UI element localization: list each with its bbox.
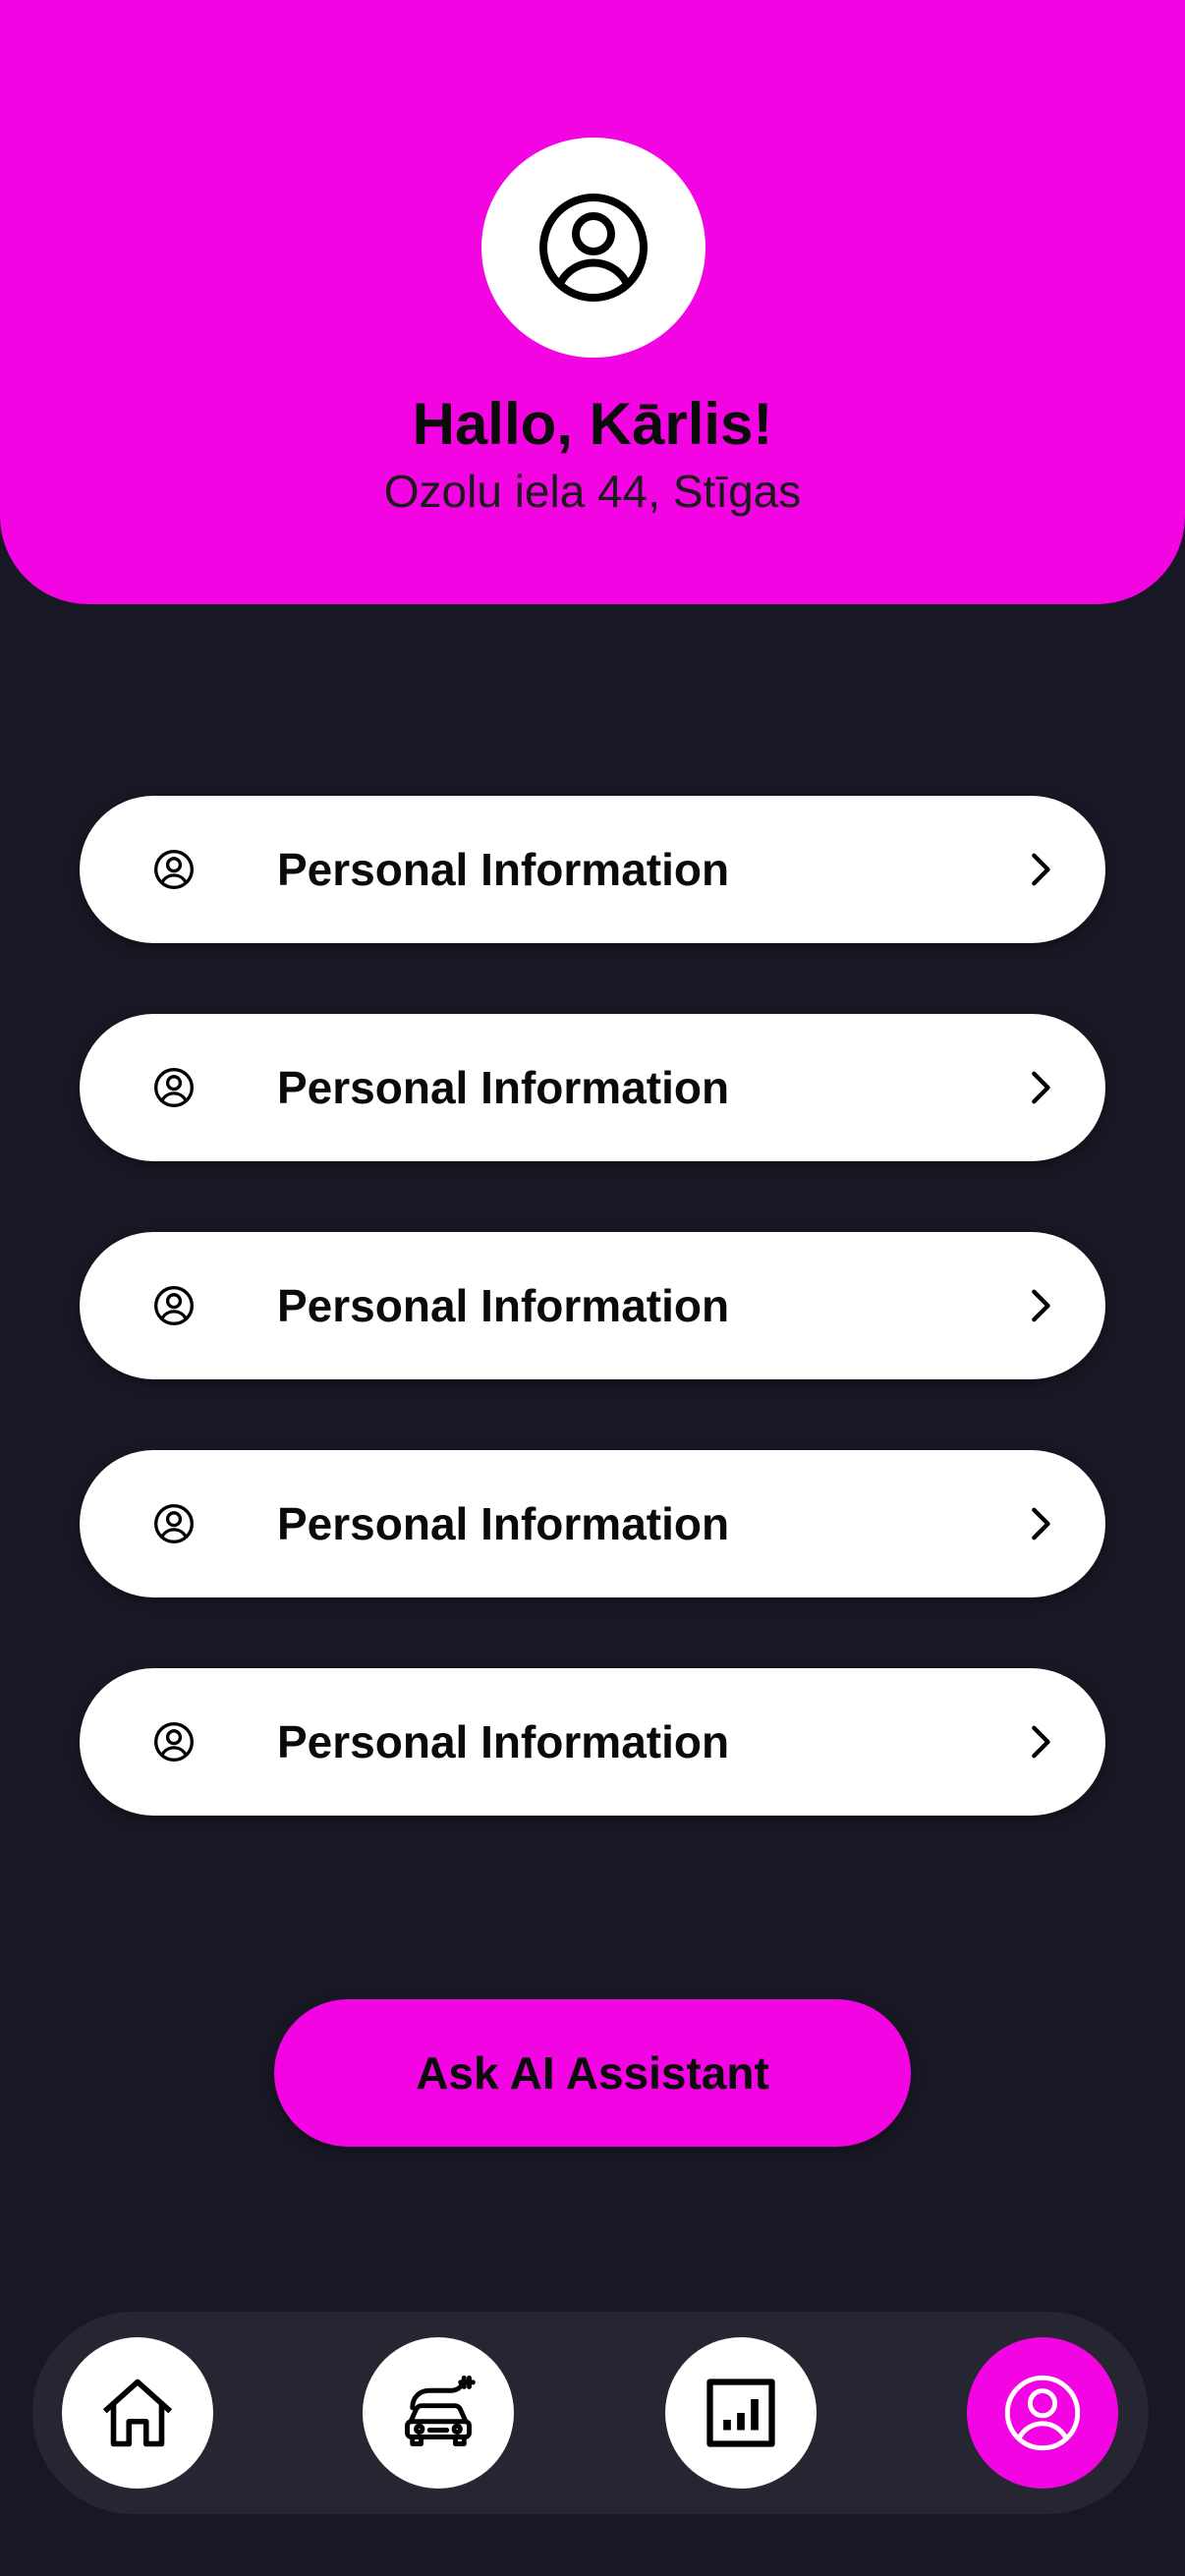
chevron-right-icon xyxy=(1021,1722,1060,1762)
avatar[interactable] xyxy=(481,138,705,358)
user-circle-icon xyxy=(1004,2375,1081,2451)
settings-menu: Personal Information Personal Informatio… xyxy=(80,796,1105,1886)
greeting-title: Hallo, Kārlis! xyxy=(412,391,773,457)
menu-item-label: Personal Information xyxy=(277,1716,730,1767)
user-circle-icon xyxy=(152,1720,196,1764)
address-subtitle: Ozolu iela 44, Stīgas xyxy=(383,466,802,517)
menu-item-label: Personal Information xyxy=(277,1280,730,1331)
profile-header: Hallo, Kārlis! Ozolu iela 44, Stīgas xyxy=(0,0,1185,604)
user-circle-icon xyxy=(539,194,648,302)
menu-item-label: Personal Information xyxy=(277,844,730,895)
electric-car-icon xyxy=(405,2375,476,2446)
menu-item-personal-information[interactable]: Personal Information xyxy=(80,1014,1105,1161)
user-circle-icon xyxy=(152,1284,196,1327)
user-circle-icon xyxy=(152,1066,196,1109)
menu-item-personal-information[interactable]: Personal Information xyxy=(80,1232,1105,1379)
chevron-right-icon xyxy=(1021,1068,1060,1107)
nav-profile-button[interactable] xyxy=(967,2337,1118,2489)
menu-item-label: Personal Information xyxy=(277,1498,730,1549)
home-icon xyxy=(102,2379,173,2447)
chevron-right-icon xyxy=(1021,1504,1060,1543)
menu-item-personal-information[interactable]: Personal Information xyxy=(80,1668,1105,1816)
user-circle-icon xyxy=(152,848,196,891)
chevron-right-icon xyxy=(1021,850,1060,889)
menu-item-label: Personal Information xyxy=(277,1062,730,1113)
user-circle-icon xyxy=(152,1502,196,1545)
ask-ai-assistant-button[interactable]: Ask AI Assistant xyxy=(274,1999,911,2147)
chevron-right-icon xyxy=(1021,1286,1060,1325)
bar-chart-icon xyxy=(706,2379,775,2447)
nav-home-button[interactable] xyxy=(62,2337,213,2489)
nav-stats-button[interactable] xyxy=(665,2337,817,2489)
nav-charging-button[interactable] xyxy=(363,2337,514,2489)
menu-item-personal-information[interactable]: Personal Information xyxy=(80,796,1105,943)
bottom-nav xyxy=(32,2312,1149,2514)
menu-item-personal-information[interactable]: Personal Information xyxy=(80,1450,1105,1597)
